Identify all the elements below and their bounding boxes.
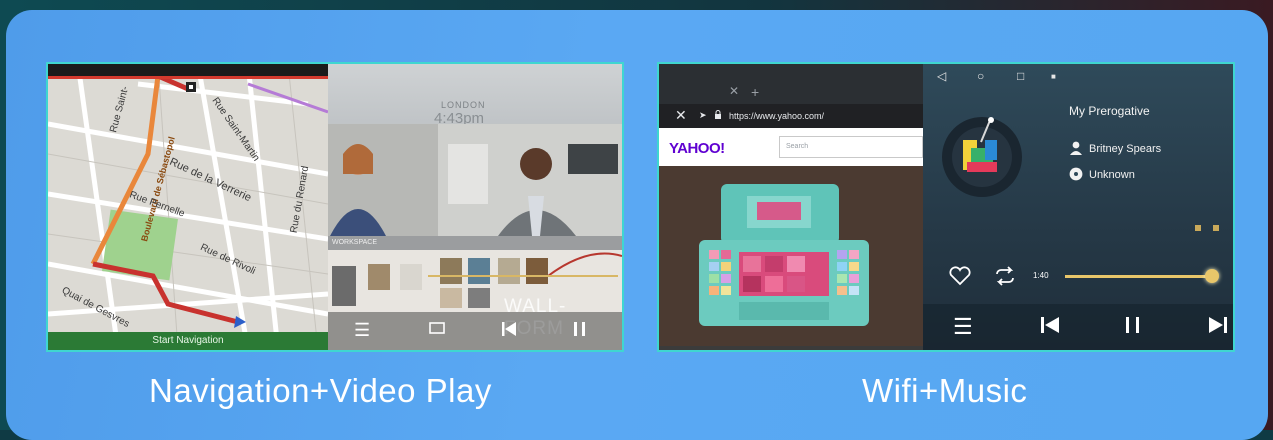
makeup-palette-image: [659, 166, 923, 346]
pause-button[interactable]: [1123, 314, 1143, 342]
previous-icon[interactable]: [500, 320, 518, 343]
new-tab-icon[interactable]: +: [751, 84, 759, 100]
url-text[interactable]: https://www.yahoo.com/: [729, 111, 824, 121]
heart-icon[interactable]: [949, 266, 971, 291]
previous-track-icon[interactable]: [1039, 314, 1061, 342]
map-route-header: [48, 76, 328, 79]
wifi-music-panel: ✕ + ✕ ➤ https://www.yahoo.com/ YAHOO! Se…: [657, 62, 1235, 352]
recents-icon[interactable]: □: [1017, 69, 1024, 83]
makeup-palette-graphic: [659, 166, 923, 346]
browser-window: ✕ + ✕ ➤ https://www.yahoo.com/ YAHOO! Se…: [659, 64, 923, 350]
video-frame-graphic: [328, 124, 622, 236]
forward-arrow-icon[interactable]: ➤: [699, 110, 707, 121]
video-section-strip: WORKSPACE: [328, 236, 622, 250]
video-city-label: LONDON: [441, 100, 486, 110]
start-navigation-button[interactable]: Start Navigation: [48, 332, 328, 350]
back-icon[interactable]: ◁: [937, 69, 946, 83]
close-tab-icon[interactable]: ✕: [729, 84, 739, 98]
list-icon[interactable]: ☰: [354, 320, 370, 341]
close-icon[interactable]: ✕: [675, 107, 687, 124]
lock-icon: [714, 110, 722, 122]
music-player: ◁ ○ □ ■ My Prerogative Britney Spears Un…: [923, 64, 1233, 350]
navigation-video-caption: Navigation+Video Play: [149, 372, 492, 409]
wifi-music-caption: Wifi+Music: [862, 372, 1028, 409]
map-view[interactable]: Rue Saint- Boulevard de Sébastopol Rue S…: [48, 64, 328, 350]
notification-icon: ■: [1051, 72, 1056, 81]
home-icon[interactable]: ○: [977, 69, 984, 83]
artist-name: Britney Spears: [1089, 143, 1162, 155]
repeat-icon[interactable]: [993, 266, 1017, 291]
album-art: [941, 116, 1023, 198]
search-input[interactable]: Search: [779, 136, 923, 158]
yahoo-logo[interactable]: YAHOO!: [669, 140, 725, 157]
seek-progress: [1065, 275, 1213, 278]
browser-tab-bar: [659, 64, 923, 104]
navigation-video-panel: Rue Saint- Boulevard de Sébastopol Rue S…: [46, 62, 624, 352]
seek-handle[interactable]: [1205, 269, 1220, 283]
playlist-icon[interactable]: ☰: [953, 314, 973, 340]
elapsed-time: 1:40: [1033, 271, 1049, 280]
artist-icon: [1069, 141, 1083, 160]
video-scene: [328, 124, 622, 236]
equalizer-icon: [1193, 220, 1223, 238]
map-status-bar: [48, 64, 328, 76]
album-art-graphic: [942, 117, 1022, 197]
video-player[interactable]: LONDON 4:43pm WORKSPACE WALL-FORM ☰: [328, 64, 622, 350]
song-title: My Prerogative: [1069, 104, 1150, 118]
album-name: Unknown: [1089, 169, 1135, 181]
pause-icon[interactable]: [572, 320, 588, 343]
fullscreen-icon[interactable]: [428, 320, 446, 341]
next-track-icon[interactable]: [1207, 314, 1229, 342]
album-icon: [1069, 167, 1083, 186]
